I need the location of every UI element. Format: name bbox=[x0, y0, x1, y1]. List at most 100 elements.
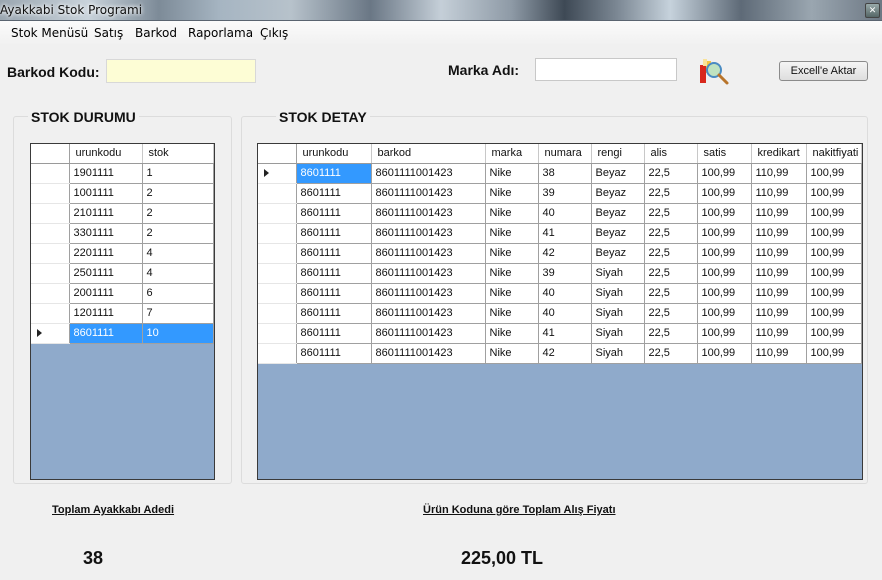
row-header[interactable] bbox=[31, 283, 70, 304]
cell-marka[interactable]: Nike bbox=[485, 323, 539, 344]
cell-alis[interactable]: 22,5 bbox=[644, 223, 698, 244]
column-header-urunkodu[interactable]: urunkodu bbox=[296, 144, 372, 164]
cell-stok[interactable]: 4 bbox=[142, 243, 214, 264]
cell-rengi[interactable]: Beyaz bbox=[591, 163, 645, 184]
cell-urunkodu[interactable]: 3301111 bbox=[69, 223, 143, 244]
table-row[interactable]: 2501111 4 bbox=[31, 263, 214, 284]
cell-rengi[interactable]: Beyaz bbox=[591, 203, 645, 224]
cell-satis[interactable]: 100,99 bbox=[697, 263, 752, 284]
export-excel-button[interactable]: Excell'e Aktar bbox=[779, 61, 868, 81]
cell-urunkodu[interactable]: 1201111 bbox=[69, 303, 143, 324]
table-row[interactable]: 8601111 8601111001423 Nike 41 Siyah 22,5 100,9… bbox=[258, 323, 862, 344]
row-header[interactable] bbox=[258, 223, 297, 244]
cell-satis[interactable]: 100,99 bbox=[697, 323, 752, 344]
table-row[interactable]: 8601111 8601111001423 Nike 40 Siyah 22,5 100,9… bbox=[258, 303, 862, 324]
row-header[interactable] bbox=[258, 183, 297, 204]
cell-urunkodu[interactable]: 8601111 bbox=[296, 183, 372, 204]
row-header[interactable] bbox=[31, 163, 70, 184]
cell-alis[interactable]: 22,5 bbox=[644, 243, 698, 264]
row-header[interactable] bbox=[258, 343, 297, 364]
cell-stok[interactable]: 4 bbox=[142, 263, 214, 284]
table-row[interactable]: 8601111 8601111001423 Nike 39 Siyah 22,5 100,9… bbox=[258, 263, 862, 284]
cell-urunkodu[interactable]: 8601111 bbox=[296, 283, 372, 304]
cell-numara[interactable]: 41 bbox=[538, 323, 592, 344]
table-row[interactable]: 1201111 7 bbox=[31, 303, 214, 324]
cell-barkod[interactable]: 8601111001423 bbox=[371, 303, 486, 324]
row-header[interactable] bbox=[258, 203, 297, 224]
cell-kredikart[interactable]: 110,99 bbox=[751, 163, 807, 184]
cell-marka[interactable]: Nike bbox=[485, 203, 539, 224]
table-row[interactable]: 2201111 4 bbox=[31, 243, 214, 264]
cell-nakitfiyati[interactable]: 100,99 bbox=[806, 163, 862, 184]
cell-alis[interactable]: 22,5 bbox=[644, 283, 698, 304]
cell-nakitfiyati[interactable]: 100,99 bbox=[806, 303, 862, 324]
cell-rengi[interactable]: Siyah bbox=[591, 283, 645, 304]
row-header[interactable] bbox=[258, 303, 297, 324]
menu-cikis[interactable]: Çıkış bbox=[260, 26, 288, 40]
cell-nakitfiyati[interactable]: 100,99 bbox=[806, 343, 862, 364]
cell-urunkodu[interactable]: 8601111 bbox=[296, 203, 372, 224]
cell-alis[interactable]: 22,5 bbox=[644, 343, 698, 364]
cell-stok[interactable]: 6 bbox=[142, 283, 214, 304]
table-row[interactable]: 8601111 10 bbox=[31, 323, 214, 344]
cell-satis[interactable]: 100,99 bbox=[697, 163, 752, 184]
cell-marka[interactable]: Nike bbox=[485, 283, 539, 304]
cell-satis[interactable]: 100,99 bbox=[697, 203, 752, 224]
table-row[interactable]: 8601111 8601111001423 Nike 42 Beyaz 22,5 100,9… bbox=[258, 243, 862, 264]
row-header[interactable] bbox=[31, 303, 70, 324]
column-header-urunkodu[interactable]: urunkodu bbox=[69, 144, 143, 164]
cell-marka[interactable]: Nike bbox=[485, 303, 539, 324]
cell-urunkodu[interactable]: 1901111 bbox=[69, 163, 143, 184]
cell-urunkodu[interactable]: 8601111 bbox=[296, 263, 372, 284]
cell-stok[interactable]: 2 bbox=[142, 223, 214, 244]
cell-numara[interactable]: 38 bbox=[538, 163, 592, 184]
cell-rengi[interactable]: Beyaz bbox=[591, 243, 645, 264]
cell-alis[interactable]: 22,5 bbox=[644, 203, 698, 224]
table-row[interactable]: 1001111 2 bbox=[31, 183, 214, 204]
table-row[interactable]: 8601111 8601111001423 Nike 40 Siyah 22,5 100,9… bbox=[258, 283, 862, 304]
row-header[interactable] bbox=[258, 283, 297, 304]
row-header[interactable] bbox=[258, 163, 297, 184]
cell-nakitfiyati[interactable]: 100,99 bbox=[806, 323, 862, 344]
column-header-marka[interactable]: marka bbox=[485, 144, 539, 164]
row-header[interactable] bbox=[31, 323, 70, 344]
cell-marka[interactable]: Nike bbox=[485, 163, 539, 184]
cell-marka[interactable]: Nike bbox=[485, 343, 539, 364]
close-icon[interactable]: ✕ bbox=[865, 3, 880, 18]
table-row[interactable]: 2001111 6 bbox=[31, 283, 214, 304]
cell-urunkodu[interactable]: 8601111 bbox=[296, 303, 372, 324]
cell-rengi[interactable]: Siyah bbox=[591, 263, 645, 284]
cell-barkod[interactable]: 8601111001423 bbox=[371, 183, 486, 204]
cell-satis[interactable]: 100,99 bbox=[697, 243, 752, 264]
cell-rengi[interactable]: Siyah bbox=[591, 343, 645, 364]
cell-numara[interactable]: 42 bbox=[538, 243, 592, 264]
cell-barkod[interactable]: 8601111001423 bbox=[371, 243, 486, 264]
stock-status-grid[interactable]: urunkodu stok 1901111 1 1001111 2 2101111 2 33… bbox=[30, 143, 215, 480]
cell-nakitfiyati[interactable]: 100,99 bbox=[806, 203, 862, 224]
cell-barkod[interactable]: 8601111001423 bbox=[371, 163, 486, 184]
cell-nakitfiyati[interactable]: 100,99 bbox=[806, 263, 862, 284]
cell-numara[interactable]: 40 bbox=[538, 303, 592, 324]
cell-nakitfiyati[interactable]: 100,99 bbox=[806, 283, 862, 304]
cell-alis[interactable]: 22,5 bbox=[644, 323, 698, 344]
cell-stok[interactable]: 10 bbox=[142, 323, 214, 344]
table-row[interactable]: 8601111 8601111001423 Nike 38 Beyaz 22,5 100,9… bbox=[258, 163, 862, 184]
row-header[interactable] bbox=[258, 323, 297, 344]
row-header[interactable] bbox=[258, 243, 297, 264]
cell-alis[interactable]: 22,5 bbox=[644, 183, 698, 204]
column-header-nakitfiyati[interactable]: nakitfiyati bbox=[806, 144, 862, 164]
cell-marka[interactable]: Nike bbox=[485, 223, 539, 244]
cell-kredikart[interactable]: 110,99 bbox=[751, 223, 807, 244]
cell-kredikart[interactable]: 110,99 bbox=[751, 323, 807, 344]
cell-kredikart[interactable]: 110,99 bbox=[751, 183, 807, 204]
cell-rengi[interactable]: Siyah bbox=[591, 323, 645, 344]
cell-nakitfiyati[interactable]: 100,99 bbox=[806, 223, 862, 244]
cell-urunkodu[interactable]: 2001111 bbox=[69, 283, 143, 304]
cell-urunkodu[interactable]: 8601111 bbox=[296, 163, 372, 184]
cell-urunkodu[interactable]: 8601111 bbox=[296, 243, 372, 264]
cell-kredikart[interactable]: 110,99 bbox=[751, 343, 807, 364]
menu-stok-menusu[interactable]: Stok Menüsü bbox=[11, 26, 88, 40]
table-row[interactable]: 1901111 1 bbox=[31, 163, 214, 184]
cell-alis[interactable]: 22,5 bbox=[644, 263, 698, 284]
cell-urunkodu[interactable]: 8601111 bbox=[296, 343, 372, 364]
